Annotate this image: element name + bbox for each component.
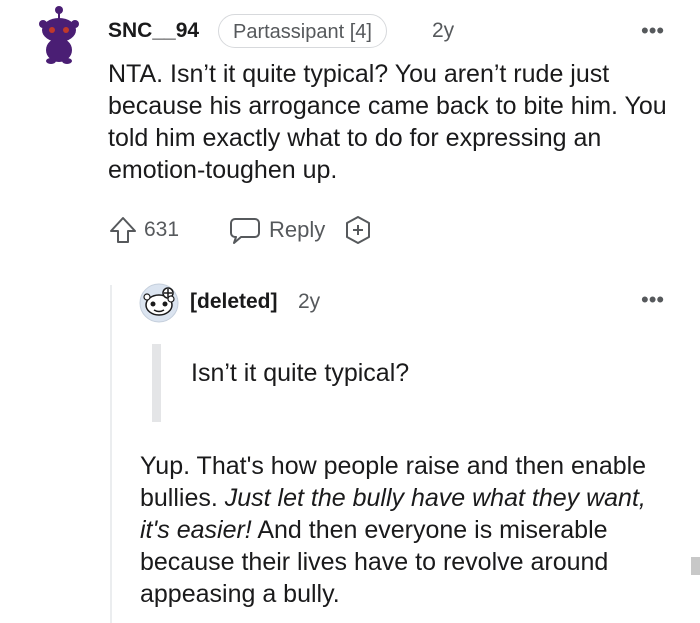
blockquote-bar	[152, 344, 161, 422]
comment-action-bar: 631 Reply	[108, 212, 373, 248]
reply-button[interactable]: Reply	[179, 215, 325, 245]
comment-body: NTA. Isn’t it quite typical? You aren’t …	[108, 60, 667, 184]
comment-body: Yup. That's how people raise and then en…	[140, 450, 680, 610]
scrollbar-thumb[interactable]	[691, 557, 700, 575]
comment-timestamp: 2y	[432, 19, 455, 42]
user-avatar[interactable]	[36, 4, 82, 64]
user-flair: Partassipant [4]	[218, 14, 387, 48]
comment-timestamp: 2y	[298, 290, 321, 313]
reply-bubble-icon	[230, 218, 261, 244]
upvote-arrow-icon	[110, 217, 136, 243]
award-button[interactable]	[325, 215, 373, 245]
snoo-avatar-icon	[39, 6, 79, 64]
more-options-button[interactable]: •••	[641, 287, 664, 313]
thread-line[interactable]	[110, 285, 112, 623]
award-plus-icon	[346, 216, 371, 244]
reply-label: Reply	[269, 217, 326, 242]
blockquote-text: Isn’t it quite typical?	[191, 359, 410, 387]
more-options-button[interactable]: •••	[641, 18, 664, 44]
deleted-user-snoo-icon	[139, 283, 179, 323]
user-avatar[interactable]	[139, 283, 179, 323]
comment-username[interactable]: [deleted]	[190, 290, 278, 314]
comment-username[interactable]: SNC__94	[108, 19, 199, 43]
upvote-button[interactable]	[108, 215, 138, 245]
upvote-count: 631	[144, 218, 180, 241]
